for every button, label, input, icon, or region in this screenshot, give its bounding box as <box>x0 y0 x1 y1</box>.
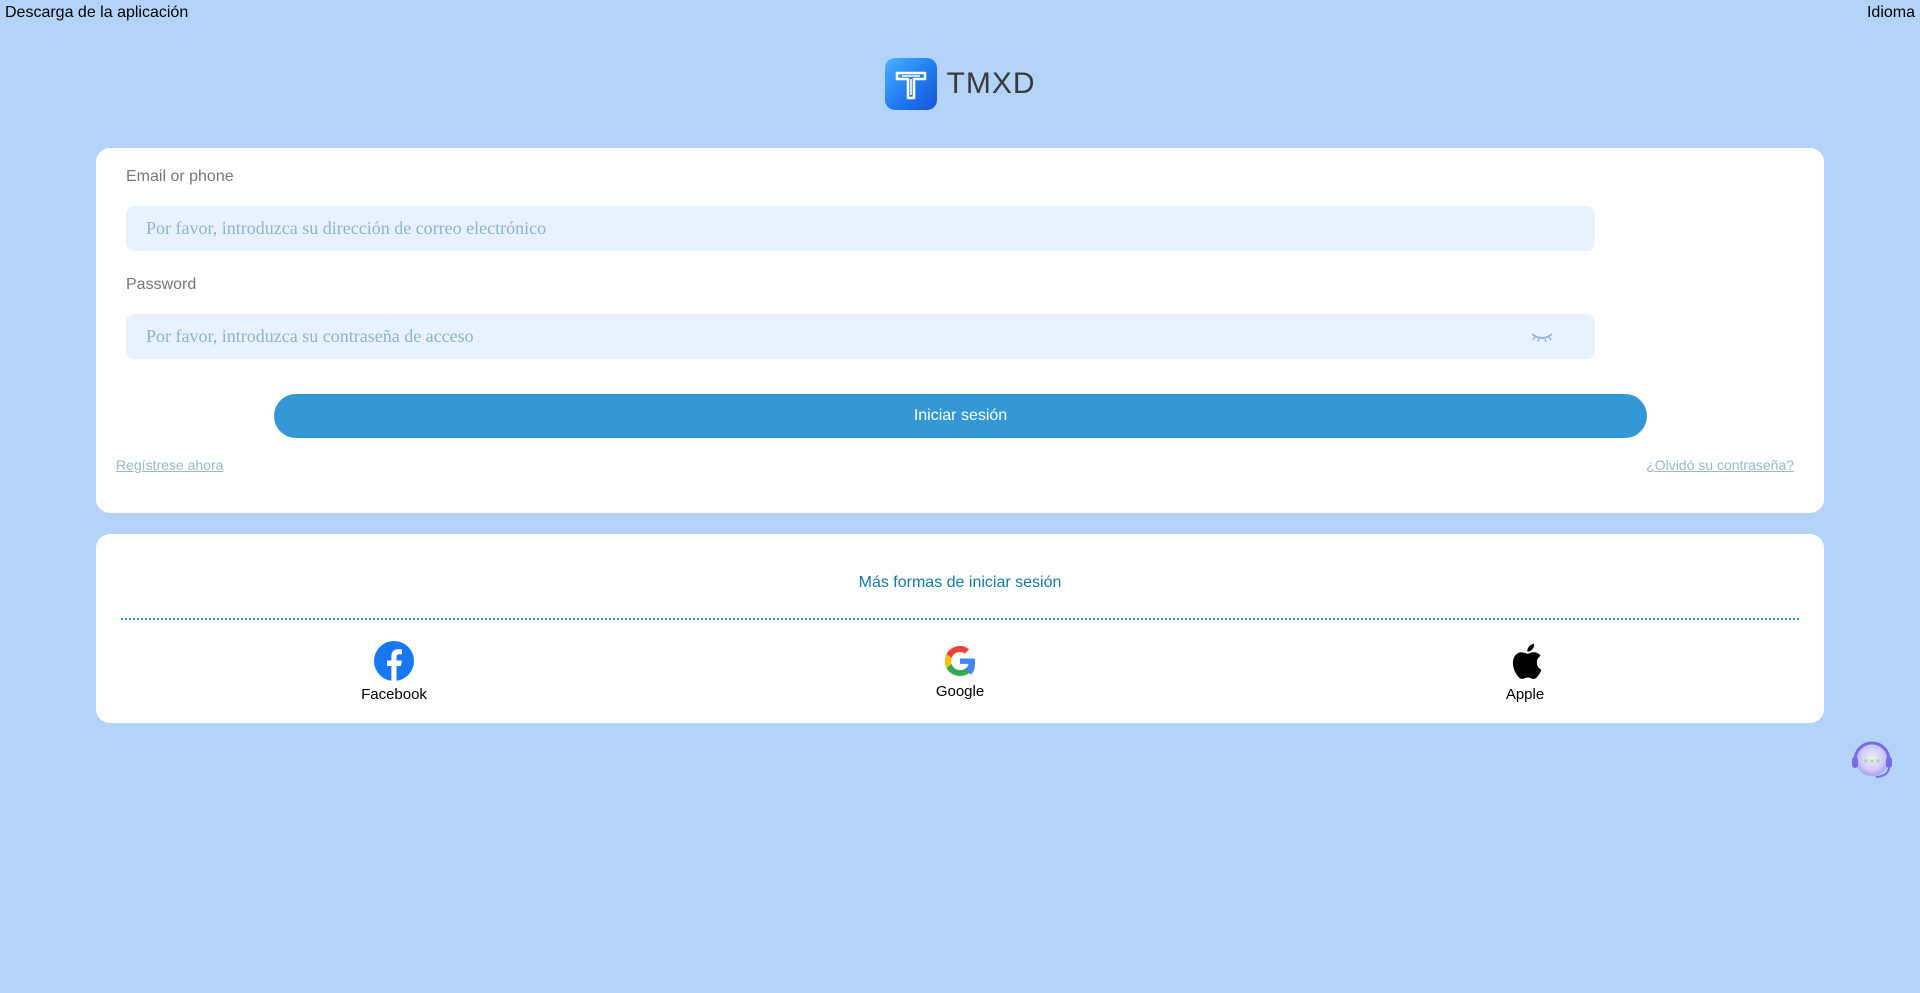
brand-name: TMXD <box>946 67 1036 100</box>
password-label: Password <box>126 276 197 293</box>
email-input[interactable] <box>126 206 1526 251</box>
password-field-container <box>126 314 1595 359</box>
email-field-container <box>126 206 1595 251</box>
eye-closed-icon[interactable] <box>1529 327 1555 347</box>
tmxd-logo-icon <box>884 58 937 110</box>
google-label: Google <box>935 683 985 700</box>
divider <box>121 618 1799 620</box>
language-selector[interactable]: Idioma <box>1867 4 1915 22</box>
email-label: Email or phone <box>126 168 234 185</box>
apple-login-button[interactable]: Apple <box>1455 639 1595 703</box>
facebook-icon <box>372 639 416 683</box>
apple-label: Apple <box>1505 686 1545 703</box>
apple-icon <box>1503 639 1547 683</box>
customer-support-icon[interactable] <box>1848 738 1896 784</box>
social-login-card: Más formas de iniciar sesión Facebook Go… <box>96 534 1824 723</box>
google-icon <box>938 639 982 683</box>
google-login-button[interactable]: Google <box>890 639 1030 700</box>
forgot-password-link[interactable]: ¿Olvidó su contraseña? <box>1646 457 1794 473</box>
app-download-link[interactable]: Descarga de la aplicación <box>5 4 188 22</box>
facebook-login-button[interactable]: Facebook <box>324 639 464 703</box>
brand-header: TMXD <box>0 58 1920 110</box>
top-bar: Descarga de la aplicación Idioma <box>0 4 1920 26</box>
social-login-title: Más formas de iniciar sesión <box>858 574 1062 591</box>
register-link[interactable]: Regístrese ahora <box>116 457 223 473</box>
login-button[interactable]: Iniciar sesión <box>274 394 1647 438</box>
login-card: Email or phone Password Iniciar sesión R… <box>96 148 1824 513</box>
password-input[interactable] <box>126 314 1526 359</box>
facebook-label: Facebook <box>361 686 427 703</box>
